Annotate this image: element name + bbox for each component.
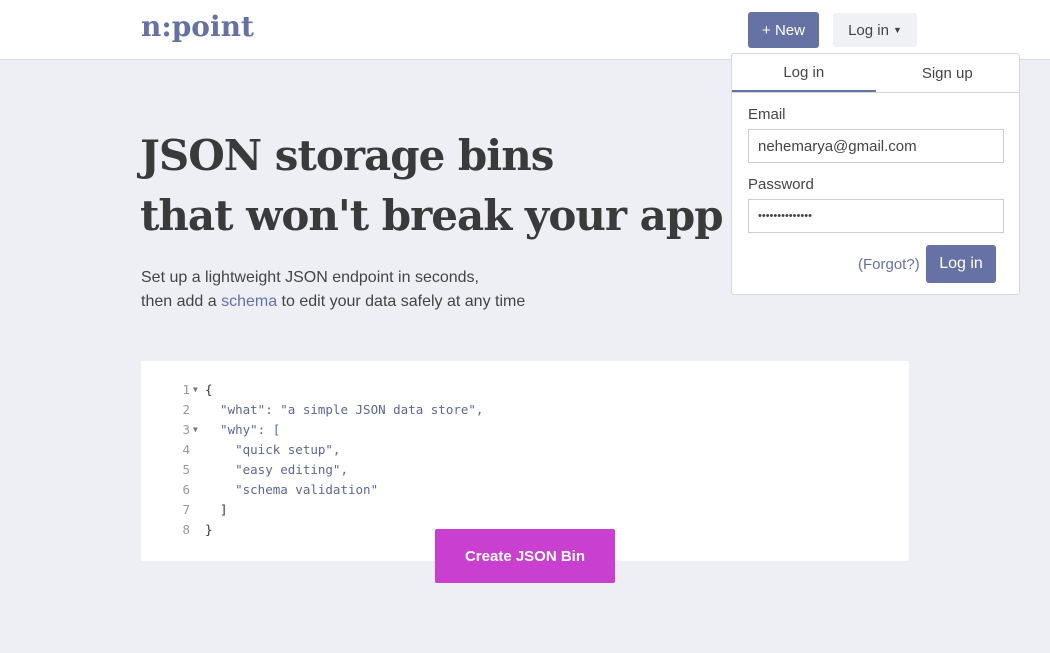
line-number: 6	[182, 482, 190, 497]
code-text: "what": "a simple JSON data store",	[205, 402, 484, 417]
title-line-1: JSON storage bins	[140, 131, 554, 180]
code-line[interactable]: 1 ▼{	[170, 380, 483, 400]
line-number: 5	[182, 462, 190, 477]
logo[interactable]: n:point	[141, 10, 254, 43]
page-title: JSON storage bins that won't break your a…	[140, 126, 724, 246]
fold-arrow-icon[interactable]: ▼	[193, 380, 205, 400]
code-lines[interactable]: 1 ▼{2 "what": "a simple JSON data store",…	[170, 380, 483, 540]
subtitle-line-1: Set up a lightweight JSON endpoint in se…	[141, 269, 479, 286]
code-text: "schema validation"	[205, 482, 379, 497]
code-text: "quick setup",	[205, 442, 341, 457]
code-text: "why": [	[205, 422, 281, 437]
forgot-password-link[interactable]: (Forgot?)	[858, 256, 920, 273]
tab-sign-up[interactable]: Sign up	[876, 54, 1020, 92]
tab-log-in[interactable]: Log in	[732, 54, 876, 92]
password-label: Password	[748, 176, 814, 193]
code-line[interactable]: 3 ▼ "why": [	[170, 420, 483, 440]
schema-link[interactable]: schema	[221, 293, 277, 310]
code-text: }	[205, 522, 213, 537]
code-line[interactable]: 6 "schema validation"	[170, 480, 483, 500]
line-number: 8	[182, 522, 190, 537]
fold-arrow-icon[interactable]: ▼	[193, 420, 205, 440]
code-line[interactable]: 2 "what": "a simple JSON data store",	[170, 400, 483, 420]
subtitle-text: to edit your data safely at any time	[277, 293, 526, 310]
code-line[interactable]: 5 "easy editing",	[170, 460, 483, 480]
email-label: Email	[748, 106, 786, 123]
create-json-bin-button[interactable]: Create JSON Bin	[435, 529, 615, 583]
login-dropdown: Log in Sign up Email nehemarya@gmail.com…	[731, 53, 1020, 295]
code-line[interactable]: 7 ]	[170, 500, 483, 520]
line-number: 1	[182, 382, 190, 397]
code-text: {	[205, 382, 213, 397]
code-text: ]	[205, 502, 228, 517]
new-button[interactable]: + New	[748, 12, 819, 48]
code-line[interactable]: 4 "quick setup",	[170, 440, 483, 460]
caret-down-icon: ▼	[892, 25, 902, 35]
line-number: 2	[182, 402, 190, 417]
login-menu-button[interactable]: Log in ▼	[833, 13, 917, 47]
subtitle-text: then add a	[141, 293, 222, 310]
email-field[interactable]: nehemarya@gmail.com	[748, 129, 1004, 163]
code-text: "easy editing",	[205, 462, 348, 477]
subtitle: Set up a lightweight JSON endpoint in se…	[141, 266, 525, 314]
password-field[interactable]: ••••••••••••••	[748, 199, 1004, 233]
login-submit-button[interactable]: Log in	[926, 245, 996, 283]
title-line-2: that won't break your app	[140, 191, 724, 240]
line-number: 7	[182, 502, 190, 517]
line-number: 3	[182, 422, 190, 437]
navbar: n:point + New Log in ▼	[0, 0, 1050, 60]
line-number: 4	[182, 442, 190, 457]
login-menu-label: Log in	[848, 21, 889, 39]
